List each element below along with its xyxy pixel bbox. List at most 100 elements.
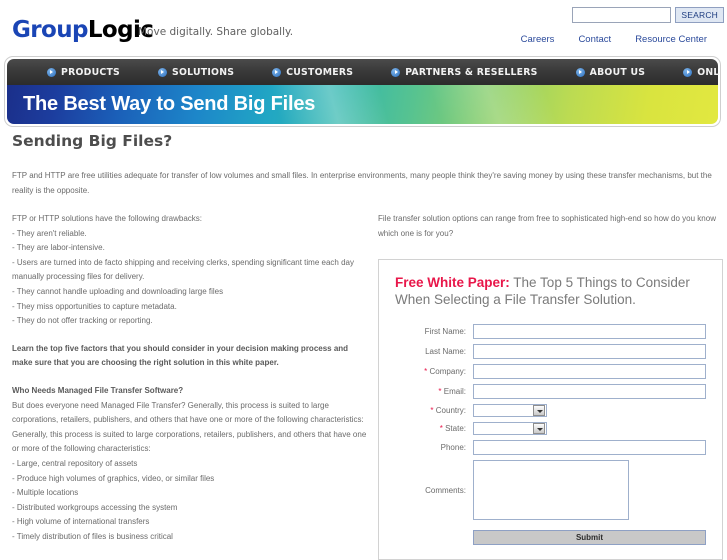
label-state: * State:: [395, 424, 473, 433]
form-row-submit: Submit: [395, 530, 706, 546]
list-item: - They miss opportunities to capture met…: [12, 301, 177, 311]
chevron-down-icon: [533, 423, 545, 435]
list-item: - They cannot handle uploading and downl…: [12, 286, 224, 296]
main-navigation: PRODUCTS SOLUTIONS CUSTOMERS PARTNERS & …: [7, 59, 720, 85]
label-email: * Email:: [395, 387, 473, 396]
nav-item-products[interactable]: PRODUCTS: [47, 67, 120, 78]
nav-label: ONLINE STORE: [697, 66, 720, 78]
white-paper-headline: Free White Paper: The Top 5 Things to Co…: [395, 274, 706, 308]
list-item: - They do not offer tracking or reportin…: [12, 316, 153, 326]
comments-textarea[interactable]: [473, 460, 629, 521]
nav-label: PARTNERS & RESELLERS: [405, 66, 538, 78]
form-row-comments: Comments:: [395, 460, 706, 521]
section-subheading: Who Needs Managed File Transfer Software…: [12, 385, 184, 395]
white-paper-headline-highlight: Free White Paper:: [395, 275, 510, 291]
main-content: Sending Big Files? FTP and HTTP are free…: [0, 132, 727, 560]
chevron-down-icon: [533, 405, 545, 417]
list-item: - They aren't reliable.: [12, 228, 87, 238]
play-circle-icon: [158, 67, 168, 77]
last-name-input[interactable]: [473, 344, 706, 360]
nav-item-online-store[interactable]: ONLINE STORE: [683, 66, 720, 78]
form-row-state: * State:: [395, 422, 706, 436]
list-item: - Large, central repository of assets: [12, 458, 138, 468]
nav-label: PRODUCTS: [61, 66, 121, 78]
site-logo[interactable]: GroupLogic: [12, 17, 154, 43]
list-item: - Timely distribution of files is busine…: [12, 531, 173, 541]
form-row-company: * Company:: [395, 364, 706, 380]
label-text: Company:: [429, 367, 466, 377]
label-country: * Country:: [395, 406, 473, 415]
form-row-first-name: First Name:: [395, 324, 706, 340]
intro-paragraph: FTP and HTTP are free utilities adequate…: [12, 171, 712, 195]
play-circle-icon: [47, 67, 56, 77]
play-circle-icon: [683, 67, 693, 77]
nav-label: ABOUT US: [589, 66, 646, 78]
search-input[interactable]: [572, 7, 672, 23]
left-column: FTP or HTTP solutions have the following…: [0, 212, 368, 560]
play-circle-icon: [391, 67, 401, 77]
required-asterisk: *: [439, 424, 443, 434]
label-text: State:: [445, 424, 466, 434]
nav-item-partners-resellers[interactable]: PARTNERS & RESELLERS: [391, 67, 537, 78]
required-asterisk: *: [438, 387, 442, 397]
list-item: - They are labor-intensive.: [12, 243, 105, 253]
label-last-name: Last Name:: [425, 347, 466, 357]
white-paper-form: Free White Paper: The Top 5 Things to Co…: [378, 259, 723, 560]
nav-item-about-us[interactable]: ABOUT US: [575, 66, 646, 78]
hero-banner-title: The Best Way to Send Big Files: [23, 93, 316, 115]
label-phone: Phone:: [440, 443, 466, 453]
form-row-email: * Email:: [395, 384, 706, 400]
country-select[interactable]: [473, 404, 547, 418]
two-column-layout: FTP or HTTP solutions have the following…: [0, 212, 727, 560]
label-text: Country:: [435, 406, 466, 416]
utility-link-resource-center[interactable]: Resource Center: [635, 34, 707, 45]
nav-item-customers[interactable]: CUSTOMERS: [272, 67, 353, 78]
list-item: - Multiple locations: [12, 488, 79, 498]
page-title: Sending Big Files?: [12, 132, 173, 150]
utility-nav: Careers Contact Resource Center: [521, 34, 707, 45]
submit-button[interactable]: Submit: [473, 530, 706, 546]
utility-link-contact[interactable]: Contact: [578, 34, 611, 45]
form-row-last-name: Last Name:: [395, 344, 706, 360]
nav-label: CUSTOMERS: [286, 66, 354, 78]
page-root: GroupLogic Move digitally. Share globall…: [0, 0, 727, 560]
paragraph-generally: Generally, this process is suited to lar…: [12, 429, 367, 454]
company-input[interactable]: [473, 364, 706, 380]
list-item: - Users are turned into de facto shippin…: [12, 257, 354, 282]
label-text: Email:: [443, 387, 466, 397]
form-row-country: * Country:: [395, 404, 706, 418]
list-item: - Produce high volumes of graphics, vide…: [12, 473, 215, 483]
nav-item-solutions[interactable]: SOLUTIONS: [158, 67, 234, 78]
state-select[interactable]: [473, 422, 547, 436]
paragraph-who-needs: But does everyone need Managed File Tran…: [12, 400, 364, 425]
form-row-phone: Phone:: [395, 440, 706, 456]
logo-part-group: Group: [12, 17, 88, 43]
email-input[interactable]: [473, 384, 706, 400]
hero-banner: The Best Way to Send Big Files: [7, 85, 718, 124]
required-asterisk: *: [430, 406, 434, 416]
phone-input[interactable]: [473, 440, 706, 456]
play-circle-icon: [575, 67, 585, 77]
nav-label: SOLUTIONS: [172, 66, 235, 78]
right-column: File transfer solution options can range…: [368, 212, 727, 560]
label-first-name: First Name:: [424, 327, 466, 337]
right-intro-paragraph: File transfer solution options can range…: [378, 214, 716, 238]
search-area: SEARCH: [572, 7, 724, 23]
required-asterisk: *: [424, 367, 428, 377]
play-circle-icon: [272, 67, 282, 77]
list-item: - Distributed workgroups accessing the s…: [12, 502, 178, 512]
label-comments: Comments:: [425, 485, 466, 495]
label-company: * Company:: [395, 367, 473, 376]
drawbacks-intro: FTP or HTTP solutions have the following…: [12, 214, 203, 223]
site-tagline: Move digitally. Share globally.: [138, 26, 294, 38]
nav-banner-frame: PRODUCTS SOLUTIONS CUSTOMERS PARTNERS & …: [4, 56, 721, 127]
search-button[interactable]: SEARCH: [675, 7, 724, 23]
utility-link-careers[interactable]: Careers: [521, 34, 555, 45]
learn-more-paragraph: Learn the top five factors that you shou…: [12, 343, 349, 368]
site-header: GroupLogic Move digitally. Share globall…: [0, 0, 727, 55]
first-name-input[interactable]: [473, 324, 706, 340]
list-item: - High volume of international transfers: [12, 517, 150, 527]
